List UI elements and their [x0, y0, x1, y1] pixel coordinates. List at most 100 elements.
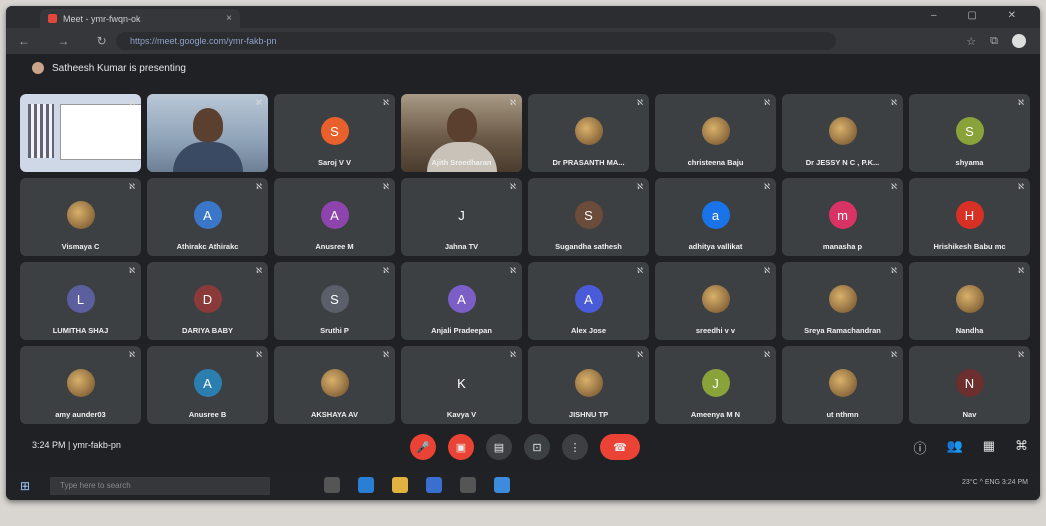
participant-tile[interactable]: ℵ Dr JESSY N C , P.K... — [782, 94, 903, 172]
side-controls: ⓘ 👥 ▦ ⌘ — [914, 438, 1029, 457]
participant-tile[interactable]: D ℵ DARIYA BABY — [147, 262, 268, 340]
hang-up-button[interactable]: ☎ — [600, 434, 640, 460]
info-icon[interactable]: ⓘ — [914, 438, 927, 457]
person-head — [192, 108, 223, 143]
participant-tile[interactable]: ℵ christeena Baju — [655, 94, 776, 172]
participant-photo-avatar — [701, 285, 730, 313]
more-options-button[interactable]: ⋮ — [562, 434, 588, 460]
participant-tile[interactable]: H ℵ Hrishikesh Babu mc — [909, 178, 1030, 256]
profile-avatar-icon[interactable] — [1012, 34, 1026, 48]
participant-tile[interactable]: ℵ Nandha — [909, 262, 1030, 340]
muted-mic-icon: ℵ — [256, 350, 262, 359]
muted-mic-icon: ℵ — [764, 182, 770, 191]
browser-tab[interactable]: Meet - ymr-fwqn-ok × — [40, 9, 240, 28]
store-icon[interactable] — [460, 477, 476, 493]
participant-name: Anusree M — [315, 242, 354, 251]
participant-tile[interactable]: A ℵ Athirakc Athirakc — [147, 178, 268, 256]
participant-name: Hrishikesh Babu mc — [933, 242, 1006, 251]
edge-icon[interactable] — [358, 477, 374, 493]
muted-mic-icon: ℵ — [891, 98, 897, 107]
participant-tile[interactable]: a ℵ adhitya vallikat — [655, 178, 776, 256]
nav-buttons[interactable]: ← → ↻ — [18, 34, 119, 48]
system-tray: 23°C ^ ENG 3:24 PM — [962, 479, 1028, 486]
participant-name: Sruthi P — [320, 326, 349, 335]
browser-extensions: ☆ ⧉ — [966, 34, 1026, 48]
participant-tile[interactable]: L ℵ LUMITHA SHAJ — [20, 262, 141, 340]
participant-tile[interactable]: ℵ Vismaya C — [20, 178, 141, 256]
meet-controls-bar: 3:24 PM | ymr-fakb-pn 🎤 ▣ ▤ ⊡ ⋮ ☎ ⓘ 👥 ▦ … — [6, 428, 1040, 468]
muted-mic-icon: ℵ — [510, 266, 516, 275]
participant-initial-avatar: a — [701, 201, 730, 229]
muted-mic-icon: ℵ — [129, 266, 135, 275]
participant-photo-avatar — [320, 369, 349, 397]
participant-tile[interactable]: A ℵ Alex Jose — [528, 262, 649, 340]
muted-mic-icon: ℵ — [510, 98, 516, 107]
activities-icon[interactable]: ⌘ — [1015, 438, 1028, 457]
participant-name: JISHNU TP — [568, 410, 609, 419]
participant-tile[interactable]: N ℵ Nav — [909, 346, 1030, 424]
captions-button[interactable]: ▤ — [486, 434, 512, 460]
muted-mic-icon: ℵ — [764, 350, 770, 359]
participant-tile[interactable]: S ℵ shyama — [909, 94, 1030, 172]
participant-tile[interactable]: ℵ Dr PRASANTH MA... — [528, 94, 649, 172]
participant-initial-avatar: J — [447, 201, 476, 229]
participant-tile[interactable]: ℵ Sreya Ramachandran — [782, 262, 903, 340]
mic-button[interactable]: 🎤 — [410, 434, 436, 460]
time-meeting-code: 3:24 PM | ymr-fakb-pn — [32, 440, 121, 450]
close-tab-icon[interactable]: × — [226, 13, 232, 24]
muted-mic-icon: ℵ — [637, 98, 643, 107]
participant-tile[interactable]: ℵ ut nthmn — [782, 346, 903, 424]
participant-name: Anjali Pradeepan — [431, 326, 492, 335]
participant-tile[interactable]: J ℵ Jahna TV — [401, 178, 522, 256]
taskbar-apps — [324, 477, 510, 493]
participant-tile[interactable]: S ℵ Sruthi P — [274, 262, 395, 340]
participant-tile[interactable]: S ℵ Sugandha sathesh — [528, 178, 649, 256]
participant-tile[interactable]: ℵ AKSHAYA AV — [274, 346, 395, 424]
participant-tile[interactable]: A ℵ Anusree B — [147, 346, 268, 424]
present-button[interactable]: ⊡ — [524, 434, 550, 460]
participant-tile[interactable]: ℵ JISHNU TP — [528, 346, 649, 424]
url-field[interactable]: https://meet.google.com/ymr-fakb-pn — [116, 32, 836, 50]
muted-mic-icon: ℵ — [256, 266, 262, 275]
participant-tile[interactable]: J ℵ Ameenya M N — [655, 346, 776, 424]
mail-icon[interactable] — [426, 477, 442, 493]
muted-mic-icon: ℵ — [383, 350, 389, 359]
dropbox-icon[interactable] — [494, 477, 510, 493]
muted-mic-icon: ℵ — [764, 98, 770, 107]
participant-tile[interactable]: K ℵ Kavya V — [401, 346, 522, 424]
participant-initial-avatar: H — [955, 201, 984, 229]
participant-grid: ℵ ℵ S ℵ Saroj V V ℵ Ajith Sreedharan ℵ Dr PRASAN… — [20, 94, 1030, 424]
taskbar-search-input[interactable]: Type here to search — [50, 477, 270, 495]
participant-tile[interactable]: ℵ amy aunder03 — [20, 346, 141, 424]
participant-tile[interactable]: ℵ sreedhi v v — [655, 262, 776, 340]
participant-initial-avatar: A — [193, 201, 222, 229]
participant-tile[interactable]: ℵ — [20, 94, 141, 172]
camera-button[interactable]: ▣ — [448, 434, 474, 460]
participant-name: Anusree B — [188, 410, 227, 419]
participant-name: Ameenya M N — [690, 410, 741, 419]
extensions-icon[interactable]: ☆ — [966, 35, 976, 48]
participant-tile[interactable]: A ℵ Anjali Pradeepan — [401, 262, 522, 340]
puzzle-icon[interactable]: ⧉ — [990, 35, 998, 48]
participant-photo-avatar — [828, 117, 857, 145]
muted-mic-icon: ℵ — [129, 98, 135, 107]
participant-tile[interactable]: S ℵ Saroj V V — [274, 94, 395, 172]
participant-initial-avatar: m — [828, 201, 857, 229]
participant-tile[interactable]: m ℵ manasha p — [782, 178, 903, 256]
windows-start-icon[interactable]: ⊞ — [20, 479, 30, 493]
participant-photo-avatar — [828, 369, 857, 397]
muted-mic-icon: ℵ — [129, 182, 135, 191]
people-icon[interactable]: 👥 — [947, 438, 963, 457]
participant-name: Vismaya C — [61, 242, 100, 251]
participant-initial-avatar: N — [955, 369, 984, 397]
participant-initial-avatar: A — [320, 201, 349, 229]
file-explorer-icon[interactable] — [392, 477, 408, 493]
muted-mic-icon: ℵ — [383, 98, 389, 107]
task-view-icon[interactable] — [324, 477, 340, 493]
window-controls[interactable]: – ▢ ✕ — [931, 10, 1030, 21]
participant-tile[interactable]: ℵ — [147, 94, 268, 172]
presenting-text: Satheesh Kumar is presenting — [52, 62, 186, 74]
participant-tile[interactable]: A ℵ Anusree M — [274, 178, 395, 256]
participant-tile[interactable]: ℵ Ajith Sreedharan — [401, 94, 522, 172]
chat-icon[interactable]: ▦ — [983, 438, 995, 457]
